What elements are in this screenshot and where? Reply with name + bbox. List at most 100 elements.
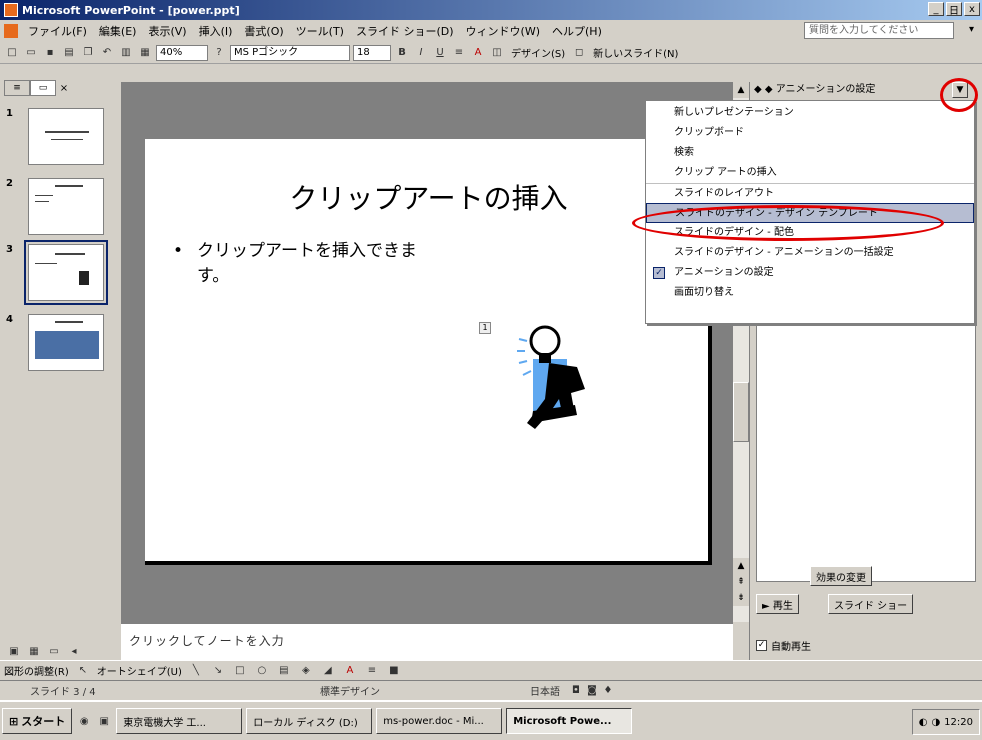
- fill-color-icon[interactable]: ◈: [298, 663, 314, 679]
- normal-view-icon[interactable]: ▣: [6, 643, 22, 659]
- change-effect-button[interactable]: 効果の変更: [810, 566, 872, 586]
- lightbulb-clipart-icon[interactable]: [505, 319, 605, 439]
- menu-item-slide-layout[interactable]: スライドのレイアウト: [646, 183, 974, 203]
- title-bar[interactable]: Microsoft PowerPoint - [power.ppt] _ 日 x: [0, 0, 982, 20]
- new-slide-icon[interactable]: ◻: [571, 45, 587, 61]
- menu-item-custom-animation[interactable]: ✓ アニメーションの設定: [646, 263, 974, 283]
- minimize-button[interactable]: _: [928, 2, 944, 16]
- undo-icon[interactable]: ↶: [99, 45, 115, 61]
- task-pane-title[interactable]: ◆ ◆ アニメーションの設定: [750, 82, 982, 98]
- sorter-view-icon[interactable]: ▦: [26, 643, 42, 659]
- taskbar-button[interactable]: ms-power.doc - Mi...: [376, 708, 503, 734]
- line-style-icon[interactable]: ≡: [364, 663, 380, 679]
- oval-icon[interactable]: ○: [254, 663, 270, 679]
- powerpoint-app-icon[interactable]: [4, 3, 18, 17]
- tray-icon[interactable]: ◑: [931, 717, 940, 728]
- quicklaunch-ie-icon[interactable]: ◉: [76, 713, 92, 729]
- zoom-select[interactable]: 40%: [156, 44, 208, 61]
- design-button[interactable]: デザイン(S): [508, 45, 568, 60]
- tray-icon[interactable]: ◐: [919, 717, 928, 728]
- play-button[interactable]: ► 再生: [756, 594, 799, 614]
- document-icon[interactable]: [4, 24, 18, 38]
- textbox-icon[interactable]: ▤: [276, 663, 292, 679]
- italic-button[interactable]: I: [413, 45, 429, 61]
- tab-slides[interactable]: ▭: [30, 80, 56, 96]
- slide-thumbnail-row[interactable]: 3: [6, 240, 108, 305]
- menu-item-clipart[interactable]: クリップ アートの挿入: [646, 163, 974, 183]
- chart-icon[interactable]: ▥: [118, 45, 134, 61]
- taskbar-button[interactable]: 東京電機大学 工...: [116, 708, 243, 734]
- ime-icon[interactable]: ♦: [600, 683, 616, 699]
- tab-outline[interactable]: ≡: [4, 80, 30, 96]
- line-color-icon[interactable]: ◢: [320, 663, 336, 679]
- slide-thumbnail-selected[interactable]: [24, 240, 108, 305]
- menu-edit[interactable]: 編集(E): [93, 23, 143, 39]
- menu-item-new-presentation[interactable]: 新しいプレゼンテーション: [646, 103, 974, 123]
- slideshow-view-icon[interactable]: ▭: [46, 643, 62, 659]
- clock[interactable]: 12:20: [944, 717, 973, 728]
- menu-tools[interactable]: ツール(T): [290, 23, 350, 39]
- ime-icon[interactable]: ◙: [584, 683, 600, 699]
- print-icon[interactable]: ▤: [61, 45, 77, 61]
- slide-thumbnail[interactable]: [28, 314, 104, 371]
- autoplay-option[interactable]: ✓ 自動再生: [756, 638, 811, 653]
- menu-format[interactable]: 書式(O): [238, 23, 289, 39]
- menu-view[interactable]: 表示(V): [142, 23, 192, 39]
- font-color-icon[interactable]: A: [470, 45, 486, 61]
- scroll-up-icon[interactable]: ▲: [733, 82, 749, 98]
- chevron-down-icon[interactable]: ▾: [969, 24, 974, 35]
- autoplay-checkbox[interactable]: ✓: [756, 640, 767, 651]
- ime-icon[interactable]: ◘: [568, 683, 584, 699]
- close-icon[interactable]: ×: [56, 80, 72, 96]
- slide-thumbnail-row[interactable]: 4: [6, 314, 104, 371]
- table-icon[interactable]: ▦: [137, 45, 153, 61]
- taskbar-button[interactable]: ローカル ディスク (D:): [246, 708, 373, 734]
- new-slide-button[interactable]: 新しいスライド(N): [590, 45, 681, 60]
- draw-menu-button[interactable]: 図形の調整(R): [4, 663, 69, 678]
- slide-title[interactable]: クリップアートの挿入: [145, 177, 712, 217]
- task-pane-dropdown-button[interactable]: ▼: [952, 82, 968, 98]
- scrollbar-thumb[interactable]: [733, 382, 749, 442]
- menu-item-search[interactable]: 検索: [646, 143, 974, 163]
- new-icon[interactable]: □: [4, 45, 20, 61]
- align-icon[interactable]: ≡: [451, 45, 467, 61]
- menu-file[interactable]: ファイル(F): [22, 23, 93, 39]
- slide-thumbnail-row[interactable]: 2: [6, 178, 104, 235]
- font-select[interactable]: MS Pゴシック: [230, 44, 350, 61]
- open-icon[interactable]: ▭: [23, 45, 39, 61]
- menu-item-animation-scheme[interactable]: スライドのデザイン - アニメーションの一括設定: [646, 243, 974, 263]
- underline-button[interactable]: U: [432, 45, 448, 61]
- select-pointer-icon[interactable]: ↖: [75, 663, 91, 679]
- shadow-icon[interactable]: ■: [386, 663, 402, 679]
- hscroll-left-icon[interactable]: ◂: [66, 643, 82, 659]
- slide-body-text[interactable]: • クリップアートを挿入できます。: [173, 239, 433, 289]
- slide-thumbnail-row[interactable]: 1: [6, 108, 104, 165]
- arrow-icon[interactable]: ↘: [210, 663, 226, 679]
- menu-help[interactable]: ヘルプ(H): [546, 23, 608, 39]
- slide-thumbnail[interactable]: [28, 108, 104, 165]
- help-search-input[interactable]: 質問を入力してください: [804, 22, 954, 39]
- taskbar-button-active[interactable]: Microsoft Powe...: [506, 708, 633, 734]
- menu-item-clipboard[interactable]: クリップボード: [646, 123, 974, 143]
- quicklaunch-desktop-icon[interactable]: ▣: [96, 713, 112, 729]
- rectangle-icon[interactable]: □: [232, 663, 248, 679]
- menu-insert[interactable]: 挿入(I): [193, 23, 239, 39]
- next-slide-icon[interactable]: ⇟: [733, 590, 749, 606]
- animation-tag-icon[interactable]: 1: [479, 322, 491, 334]
- font-color-icon[interactable]: A: [342, 663, 358, 679]
- font-size-select[interactable]: 18: [353, 44, 391, 61]
- menu-slideshow[interactable]: スライド ショー(D): [350, 23, 460, 39]
- help-icon[interactable]: ?: [211, 45, 227, 61]
- notes-pane[interactable]: クリックしてノートを入力: [121, 622, 733, 660]
- line-icon[interactable]: ╲: [188, 663, 204, 679]
- start-button[interactable]: ⊞ スタート: [2, 708, 73, 734]
- scroll-up-icon[interactable]: ▲: [733, 558, 749, 574]
- slide-thumbnail[interactable]: [28, 178, 104, 235]
- slide-canvas[interactable]: クリップアートの挿入 • クリップアートを挿入できます。 1: [145, 139, 712, 565]
- prev-slide-icon[interactable]: ⇞: [733, 574, 749, 590]
- menu-item-transition[interactable]: 画面切り替え: [646, 283, 974, 303]
- autoshapes-button[interactable]: オートシェイプ(U): [97, 663, 182, 678]
- restore-button[interactable]: 日: [946, 2, 962, 17]
- bold-button[interactable]: B: [394, 45, 410, 61]
- menu-window[interactable]: ウィンドウ(W): [460, 23, 546, 39]
